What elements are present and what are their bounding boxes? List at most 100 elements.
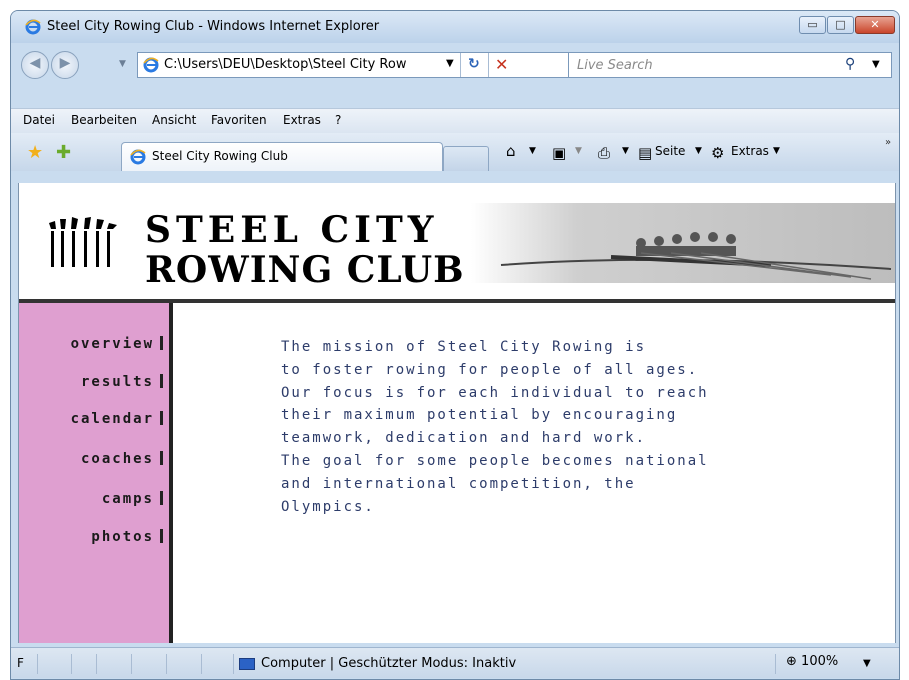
status-cell-divider bbox=[37, 654, 38, 674]
nav-overview-label[interactable]: overview bbox=[71, 336, 154, 352]
more-chevron-icon[interactable]: » bbox=[885, 137, 891, 148]
status-cell-divider bbox=[131, 654, 132, 674]
nav-photos[interactable]: photos bbox=[91, 529, 163, 545]
minimize-icon: ▭ bbox=[807, 18, 818, 31]
address-separator bbox=[488, 53, 489, 77]
status-text: F bbox=[17, 656, 24, 670]
tools-menu-label[interactable]: Extras bbox=[731, 144, 769, 158]
nav-coaches-label[interactable]: coaches bbox=[81, 451, 154, 467]
status-cell-divider bbox=[775, 654, 776, 674]
search-box[interactable]: Live Search ⚲ ▼ bbox=[568, 52, 892, 78]
new-tab-button[interactable] bbox=[443, 146, 489, 171]
nav-results-label[interactable]: results bbox=[81, 374, 154, 390]
minimize-button[interactable]: ▭ bbox=[799, 16, 826, 34]
title-bar: Steel City Rowing Club - Windows Interne… bbox=[11, 11, 899, 43]
nav-results[interactable]: results bbox=[81, 374, 163, 390]
close-button[interactable]: ✕ bbox=[855, 16, 895, 34]
address-bar[interactable]: C:\Users\DEU\Desktop\Steel City Row ▼ ↻ … bbox=[137, 52, 577, 78]
menu-help[interactable]: ? bbox=[335, 113, 341, 127]
nav-bar-icon bbox=[160, 491, 163, 505]
nav-overview[interactable]: overview bbox=[71, 336, 163, 352]
site-navigation: overview results calendar coaches camps … bbox=[19, 303, 169, 643]
mission-line: Olympics. bbox=[281, 498, 375, 515]
address-separator bbox=[460, 53, 461, 77]
page-menu-label[interactable]: Seite bbox=[655, 144, 685, 158]
maximize-icon: □ bbox=[835, 18, 846, 31]
home-icon[interactable]: ⌂ bbox=[506, 142, 516, 160]
back-arrow-icon: ◀ bbox=[29, 55, 41, 71]
mission-line: The goal for some people becomes nationa… bbox=[281, 452, 709, 469]
page-dropdown-icon[interactable]: ▼ bbox=[695, 146, 702, 156]
home-dropdown-icon[interactable]: ▼ bbox=[529, 146, 536, 156]
nav-bar-icon bbox=[160, 336, 163, 350]
nav-camps-label[interactable]: camps bbox=[102, 491, 154, 507]
mission-line: to foster rowing for people of all ages. bbox=[281, 361, 699, 378]
status-cell-divider bbox=[233, 654, 234, 674]
search-input[interactable]: Live Search bbox=[577, 58, 653, 73]
menu-favoriten[interactable]: Favoriten bbox=[211, 113, 267, 127]
back-button[interactable]: ◀ bbox=[21, 51, 49, 79]
menu-datei[interactable]: Datei bbox=[23, 113, 55, 127]
zoom-level[interactable]: ⊕ 100% bbox=[786, 654, 838, 669]
search-dropdown-icon[interactable]: ▼ bbox=[872, 59, 880, 70]
nav-calendar-label[interactable]: calendar bbox=[71, 411, 154, 427]
status-cell-divider bbox=[96, 654, 97, 674]
mission-line: teamwork, dedication and hard work. bbox=[281, 430, 647, 447]
mission-line: Our focus is for each individual to reac… bbox=[281, 384, 709, 401]
tools-dropdown-icon[interactable]: ▼ bbox=[773, 146, 780, 156]
forward-button[interactable]: ▶ bbox=[51, 51, 79, 79]
menu-ansicht[interactable]: Ansicht bbox=[152, 113, 196, 127]
nav-bar-icon bbox=[160, 411, 163, 425]
club-name-line1: STEEL CITY bbox=[145, 209, 439, 251]
navigation-separator bbox=[169, 303, 173, 643]
nav-calendar[interactable]: calendar bbox=[71, 411, 163, 427]
favorites-bar: ★ ✚ Steel City Rowing Club ⌂ ▼ ▣ ▼ ⎙ ▼ ▤… bbox=[11, 133, 899, 171]
zoom-value: 100% bbox=[801, 654, 839, 669]
status-cell-divider bbox=[201, 654, 202, 674]
nav-bar-icon bbox=[160, 529, 163, 543]
menu-bar: Datei Bearbeiten Ansicht Favoriten Extra… bbox=[11, 108, 899, 133]
search-icon[interactable]: ⚲ bbox=[845, 56, 855, 72]
mission-line: and international competition, the bbox=[281, 475, 636, 492]
page-content: STEEL CITY ROWING CLUB overview results … bbox=[18, 183, 896, 643]
feeds-icon[interactable]: ▣ bbox=[552, 144, 566, 162]
tools-gear-icon[interactable]: ⚙ bbox=[711, 144, 724, 162]
navigation-bar: ◀ ▶ ▼ C:\Users\DEU\Desktop\Steel City Ro… bbox=[11, 45, 899, 83]
menu-extras[interactable]: Extras bbox=[283, 113, 321, 127]
stop-icon[interactable]: ✕ bbox=[495, 55, 508, 74]
nav-camps[interactable]: camps bbox=[102, 491, 163, 507]
favorites-star-icon[interactable]: ★ bbox=[27, 142, 43, 163]
mission-statement: The mission of Steel City Rowing is to f… bbox=[281, 336, 841, 518]
nav-coaches[interactable]: coaches bbox=[81, 451, 163, 467]
club-name-line2: ROWING CLUB bbox=[145, 249, 465, 291]
ie-tab-icon bbox=[130, 149, 146, 165]
feeds-dropdown-icon[interactable]: ▼ bbox=[575, 146, 582, 156]
site-banner: STEEL CITY ROWING CLUB bbox=[19, 183, 895, 301]
browser-window: Steel City Rowing Club - Windows Interne… bbox=[10, 10, 900, 680]
address-dropdown-icon[interactable]: ▼ bbox=[446, 58, 454, 69]
zoom-dropdown-icon[interactable]: ▼ bbox=[863, 658, 871, 669]
print-icon[interactable]: ⎙ bbox=[598, 144, 610, 162]
ie-icon bbox=[25, 19, 41, 35]
close-icon: ✕ bbox=[870, 18, 880, 31]
security-zone-text[interactable]: Computer | Geschützter Modus: Inaktiv bbox=[261, 656, 516, 671]
computer-zone-icon bbox=[239, 658, 255, 670]
status-cell-divider bbox=[166, 654, 167, 674]
add-favorite-icon[interactable]: ✚ bbox=[56, 142, 71, 163]
tab-label: Steel City Rowing Club bbox=[152, 149, 288, 163]
forward-arrow-icon: ▶ bbox=[59, 55, 71, 71]
zoom-icon: ⊕ bbox=[786, 654, 797, 669]
recent-pages-dropdown-icon[interactable]: ▼ bbox=[119, 59, 126, 69]
tab-steel-city-rowing-club[interactable]: Steel City Rowing Club bbox=[121, 142, 443, 171]
page-icon[interactable]: ▤ bbox=[638, 144, 652, 162]
window-title: Steel City Rowing Club - Windows Interne… bbox=[47, 19, 380, 34]
print-dropdown-icon[interactable]: ▼ bbox=[622, 146, 629, 156]
nav-bar-icon bbox=[160, 451, 163, 465]
menu-bearbeiten[interactable]: Bearbeiten bbox=[71, 113, 137, 127]
refresh-icon[interactable]: ↻ bbox=[468, 56, 480, 72]
maximize-button[interactable]: □ bbox=[827, 16, 854, 34]
status-cell-divider bbox=[71, 654, 72, 674]
nav-photos-label[interactable]: photos bbox=[91, 529, 154, 545]
address-input[interactable]: C:\Users\DEU\Desktop\Steel City Row bbox=[164, 57, 406, 72]
mission-line: their maximum potential by encouraging bbox=[281, 407, 678, 424]
